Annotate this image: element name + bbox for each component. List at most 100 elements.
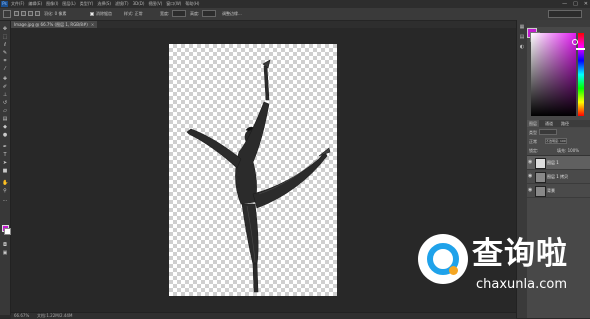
document-canvas[interactable] <box>169 44 337 296</box>
layer-row[interactable]: ◉ 图层 1 拷贝 <box>527 170 590 184</box>
eye-icon[interactable]: ◉ <box>528 160 532 165</box>
lock-label: 锁定: <box>529 148 539 153</box>
brush-icon[interactable]: ✐ <box>2 85 8 90</box>
menu-filter[interactable]: 滤镜(T) <box>115 0 129 8</box>
layer-row[interactable]: ◉ 图层 1 <box>527 156 590 170</box>
menu-edit[interactable]: 编辑(E) <box>28 0 42 8</box>
shape-icon[interactable]: ■ <box>2 169 8 174</box>
document-tab[interactable]: Image.jpg @ 66.7% (图层 1, RGB/8#) × <box>11 21 98 28</box>
antialias-label: 消除锯齿 <box>96 11 112 16</box>
subtract-selection-button[interactable] <box>28 11 33 16</box>
width-label: 宽度: <box>160 11 170 16</box>
feather-label[interactable]: 羽化: 0 像素 <box>44 8 66 20</box>
path-selection-icon[interactable]: ➤ <box>2 161 8 166</box>
layer-kind-label: 类型 <box>529 130 537 135</box>
menu-items: 文件(F) 编辑(E) 图像(I) 图层(L) 类型(Y) 选择(S) 滤镜(T… <box>11 0 199 8</box>
photoshop-window: Ps 文件(F) 编辑(E) 图像(I) 图层(L) 类型(Y) 选择(S) 滤… <box>0 0 590 319</box>
eraser-icon[interactable]: ▱ <box>2 109 8 114</box>
eye-icon[interactable]: ◉ <box>528 188 532 193</box>
menu-layer[interactable]: 图层(L) <box>62 0 75 8</box>
hue-slider-knob[interactable] <box>576 48 585 50</box>
color-picker-field[interactable] <box>531 33 578 116</box>
close-button[interactable]: ✕ <box>584 0 588 8</box>
minimize-button[interactable]: — <box>562 0 567 8</box>
history-panel-icon[interactable]: ▦ <box>519 24 525 30</box>
marquee-preset-icon[interactable] <box>3 10 11 18</box>
more-tools-icon[interactable]: ⋯ <box>2 199 8 204</box>
menu-help[interactable]: 帮助(H) <box>185 0 199 8</box>
layer-thumbnail <box>535 158 546 169</box>
lasso-icon[interactable]: ℓ <box>2 43 8 48</box>
tools-panel: ✥ ⬚ ℓ ✎ ⌗ ⁄ ✚ ✐ ⊥ ↺ ▱ ▤ ◆ ● ✒ T ➤ ■ ✋ ⚲ … <box>0 21 11 315</box>
width-field[interactable] <box>172 10 186 17</box>
fill-field[interactable]: 填充: 100% <box>557 148 579 154</box>
menu-type[interactable]: 类型(Y) <box>80 0 94 8</box>
height-field[interactable] <box>202 10 216 17</box>
clone-stamp-icon[interactable]: ⊥ <box>2 93 8 98</box>
color-panel-header: 颜色 <box>527 20 590 36</box>
history-brush-icon[interactable]: ↺ <box>2 101 8 106</box>
tab-paths[interactable]: 路径 <box>559 120 571 127</box>
background-color-swatch[interactable] <box>4 228 11 235</box>
zoom-icon[interactable]: ⚲ <box>2 189 8 194</box>
gradient-icon[interactable]: ▤ <box>2 117 8 122</box>
menu-image[interactable]: 图像(I) <box>46 0 58 8</box>
watermark: 查询啦 chaxunla.com <box>410 228 586 300</box>
layer-row[interactable]: ◉ 背景 <box>527 184 590 198</box>
new-selection-button[interactable] <box>14 11 19 16</box>
properties-panel-icon[interactable]: ▤ <box>519 34 525 40</box>
app-logo: Ps <box>1 1 8 7</box>
blur-icon[interactable]: ◆ <box>2 125 8 130</box>
watermark-logo-icon <box>418 234 468 284</box>
tab-channels[interactable]: 通道 <box>543 120 555 127</box>
menu-window[interactable]: 窗口(W) <box>166 0 181 8</box>
zoom-level[interactable]: 66.67% <box>14 313 29 319</box>
eyedropper-icon[interactable]: ⁄ <box>2 67 8 72</box>
document-tab-title: Image.jpg @ 66.7% (图层 1, RGB/8#) <box>14 22 88 27</box>
hue-slider[interactable] <box>576 33 585 116</box>
tab-close-icon[interactable]: × <box>91 22 94 27</box>
menu-view[interactable]: 视图(V) <box>148 0 162 8</box>
layers-panel-tabs: 图层 通道 路径 <box>527 120 590 127</box>
layer-name: 图层 1 <box>547 160 559 165</box>
layer-thumbnail <box>535 172 546 183</box>
style-label[interactable]: 样式: 正常 <box>124 8 143 20</box>
layer-kind-select[interactable] <box>539 129 557 135</box>
quick-select-icon[interactable]: ✎ <box>2 51 8 56</box>
antialias-checkbox[interactable] <box>90 12 94 16</box>
quick-mask-icon[interactable]: ◘ <box>2 243 8 248</box>
menu-file[interactable]: 文件(F) <box>11 0 24 8</box>
eye-icon[interactable]: ◉ <box>528 174 532 179</box>
workspace-switcher[interactable] <box>548 10 582 18</box>
ballerina-silhouette <box>186 59 331 293</box>
tab-layers[interactable]: 图层 <box>527 120 539 127</box>
maximize-button[interactable]: □ <box>573 0 578 8</box>
blend-mode-select[interactable]: 正常 <box>529 139 537 145</box>
watermark-cn-text: 查询啦 <box>472 236 568 272</box>
window-controls: — □ ✕ <box>562 0 588 8</box>
menu-select[interactable]: 选择(S) <box>97 0 111 8</box>
move-icon[interactable]: ✥ <box>2 27 8 32</box>
type-icon[interactable]: T <box>2 153 8 158</box>
layers-blend-row: 正常 不透明度: 100% <box>527 137 590 146</box>
layers-lock-row: 锁定: 填充: 100% <box>527 146 590 156</box>
layers-filter-row: 类型 <box>527 128 590 137</box>
opacity-field[interactable]: 不透明度: 100% <box>545 138 567 144</box>
menu-3d[interactable]: 3D(D) <box>133 0 145 8</box>
intersect-selection-button[interactable] <box>35 11 40 16</box>
layer-name: 背景 <box>547 188 555 193</box>
layer-name: 图层 1 拷贝 <box>547 174 569 179</box>
healing-brush-icon[interactable]: ✚ <box>2 77 8 82</box>
menu-bar: Ps 文件(F) 编辑(E) 图像(I) 图层(L) 类型(Y) 选择(S) 滤… <box>0 0 590 8</box>
hand-icon[interactable]: ✋ <box>2 181 8 186</box>
pen-icon[interactable]: ✒ <box>2 145 8 150</box>
add-selection-button[interactable] <box>21 11 26 16</box>
marquee-icon[interactable]: ⬚ <box>2 35 8 40</box>
dodge-icon[interactable]: ● <box>2 133 8 138</box>
refine-edge-button[interactable]: 调整边缘... <box>222 8 242 20</box>
adjustments-panel-icon[interactable]: ◐ <box>519 44 525 50</box>
height-label: 高度: <box>190 11 200 16</box>
crop-icon[interactable]: ⌗ <box>2 59 8 64</box>
document-tab-bar: Image.jpg @ 66.7% (图层 1, RGB/8#) × <box>11 21 516 28</box>
screen-mode-icon[interactable]: ▣ <box>2 251 8 256</box>
